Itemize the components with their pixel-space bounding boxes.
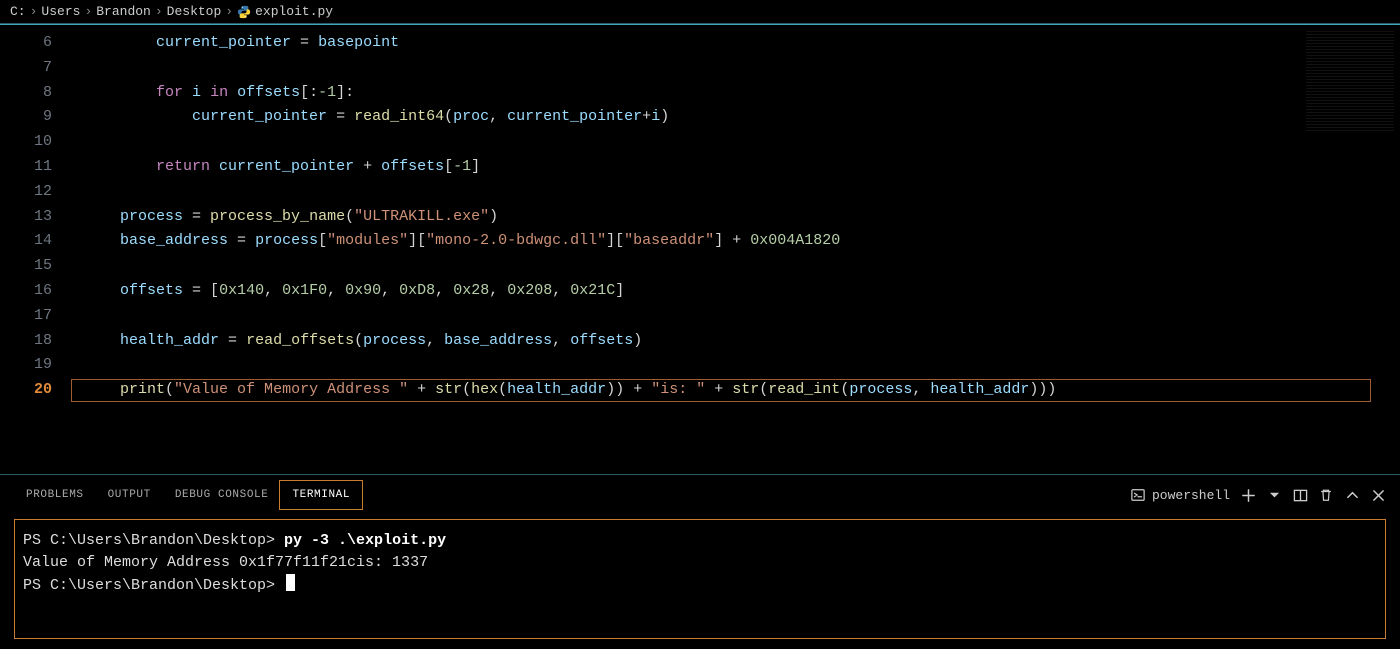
panel-toolbar: powershell bbox=[1130, 487, 1394, 503]
code-line[interactable]: return current_pointer + offsets[-1] bbox=[70, 155, 1400, 180]
line-number[interactable]: 14 bbox=[0, 229, 70, 254]
line-number[interactable]: 20 bbox=[0, 378, 70, 403]
line-number[interactable]: 12 bbox=[0, 180, 70, 205]
terminal-shell-label[interactable]: powershell bbox=[1130, 487, 1230, 503]
minimap[interactable] bbox=[1306, 31, 1394, 131]
app-window: C:›Users›Brandon›Desktop›exploit.py 6789… bbox=[0, 0, 1400, 649]
python-file-icon bbox=[237, 5, 251, 19]
panel-tab-debug-console[interactable]: DEBUG CONSOLE bbox=[163, 481, 281, 509]
line-number[interactable]: 11 bbox=[0, 155, 70, 180]
maximize-panel-icon[interactable] bbox=[1344, 487, 1360, 503]
code-line[interactable] bbox=[70, 254, 1400, 279]
terminal-prompt: PS C:\Users\Brandon\Desktop> bbox=[23, 577, 284, 594]
breadcrumb-segment[interactable]: Users bbox=[41, 4, 80, 19]
terminal-command: py -3 .\exploit.py bbox=[284, 532, 446, 549]
code-line[interactable]: offsets = [0x140, 0x1F0, 0x90, 0xD8, 0x2… bbox=[70, 279, 1400, 304]
new-terminal-icon[interactable] bbox=[1240, 487, 1256, 503]
line-number[interactable]: 17 bbox=[0, 304, 70, 329]
panel-tab-problems[interactable]: PROBLEMS bbox=[14, 481, 96, 509]
terminal-icon bbox=[1130, 487, 1146, 503]
breadcrumb-file[interactable]: exploit.py bbox=[255, 4, 333, 19]
bottom-panel: PROBLEMSOUTPUTDEBUG CONSOLETERMINAL powe… bbox=[0, 474, 1400, 649]
code-line[interactable]: print("Value of Memory Address " + str(h… bbox=[70, 378, 1372, 403]
breadcrumb-segment[interactable]: C: bbox=[10, 4, 26, 19]
terminal[interactable]: PS C:\Users\Brandon\Desktop> py -3 .\exp… bbox=[14, 519, 1386, 639]
shell-name: powershell bbox=[1152, 488, 1230, 503]
code-line[interactable] bbox=[70, 353, 1400, 378]
line-number[interactable]: 13 bbox=[0, 205, 70, 230]
code-line[interactable]: for i in offsets[:-1]: bbox=[70, 81, 1400, 106]
breadcrumb-separator: › bbox=[84, 4, 92, 19]
code-editor[interactable]: 67891011121314151617181920 current_point… bbox=[0, 24, 1400, 474]
code-line[interactable]: current_pointer = read_int64(proc, curre… bbox=[70, 105, 1400, 130]
code-line[interactable]: process = process_by_name("ULTRAKILL.exe… bbox=[70, 205, 1400, 230]
code-line[interactable] bbox=[70, 180, 1400, 205]
breadcrumb-separator: › bbox=[30, 4, 38, 19]
code-line[interactable] bbox=[70, 130, 1400, 155]
line-number[interactable]: 16 bbox=[0, 279, 70, 304]
split-terminal-dropdown-icon[interactable] bbox=[1266, 487, 1282, 503]
panel-tab-output[interactable]: OUTPUT bbox=[96, 481, 163, 509]
panel-tab-bar: PROBLEMSOUTPUTDEBUG CONSOLETERMINAL powe… bbox=[0, 475, 1400, 515]
terminal-cursor bbox=[286, 574, 295, 591]
code-line[interactable]: health_addr = read_offsets(process, base… bbox=[70, 329, 1400, 354]
line-number[interactable]: 19 bbox=[0, 353, 70, 378]
terminal-output-line: Value of Memory Address 0x1f77f11f21cis:… bbox=[23, 552, 1377, 574]
line-number[interactable]: 8 bbox=[0, 81, 70, 106]
terminal-prompt-line: PS C:\Users\Brandon\Desktop> py -3 .\exp… bbox=[23, 530, 1377, 552]
line-number[interactable]: 6 bbox=[0, 31, 70, 56]
code-line[interactable]: base_address = process["modules"]["mono-… bbox=[70, 229, 1400, 254]
code-line[interactable] bbox=[70, 56, 1400, 81]
line-number[interactable]: 7 bbox=[0, 56, 70, 81]
breadcrumb-segment[interactable]: Desktop bbox=[167, 4, 222, 19]
line-number[interactable]: 9 bbox=[0, 105, 70, 130]
breadcrumb-separator: › bbox=[225, 4, 233, 19]
close-panel-icon[interactable] bbox=[1370, 487, 1386, 503]
line-number[interactable]: 18 bbox=[0, 329, 70, 354]
line-number[interactable]: 10 bbox=[0, 130, 70, 155]
line-number[interactable]: 15 bbox=[0, 254, 70, 279]
kill-terminal-icon[interactable] bbox=[1318, 487, 1334, 503]
terminal-prompt-line: PS C:\Users\Brandon\Desktop> bbox=[23, 574, 1377, 597]
breadcrumb-separator: › bbox=[155, 4, 163, 19]
breadcrumb-segment[interactable]: Brandon bbox=[96, 4, 151, 19]
code-area[interactable]: current_pointer = basepoint for i in off… bbox=[70, 25, 1400, 474]
split-terminal-icon[interactable] bbox=[1292, 487, 1308, 503]
breadcrumb[interactable]: C:›Users›Brandon›Desktop›exploit.py bbox=[0, 0, 1400, 24]
code-line[interactable]: current_pointer = basepoint bbox=[70, 31, 1400, 56]
line-number-gutter: 67891011121314151617181920 bbox=[0, 25, 70, 474]
code-line[interactable] bbox=[70, 304, 1400, 329]
panel-tab-terminal[interactable]: TERMINAL bbox=[280, 481, 362, 509]
terminal-prompt: PS C:\Users\Brandon\Desktop> bbox=[23, 532, 284, 549]
